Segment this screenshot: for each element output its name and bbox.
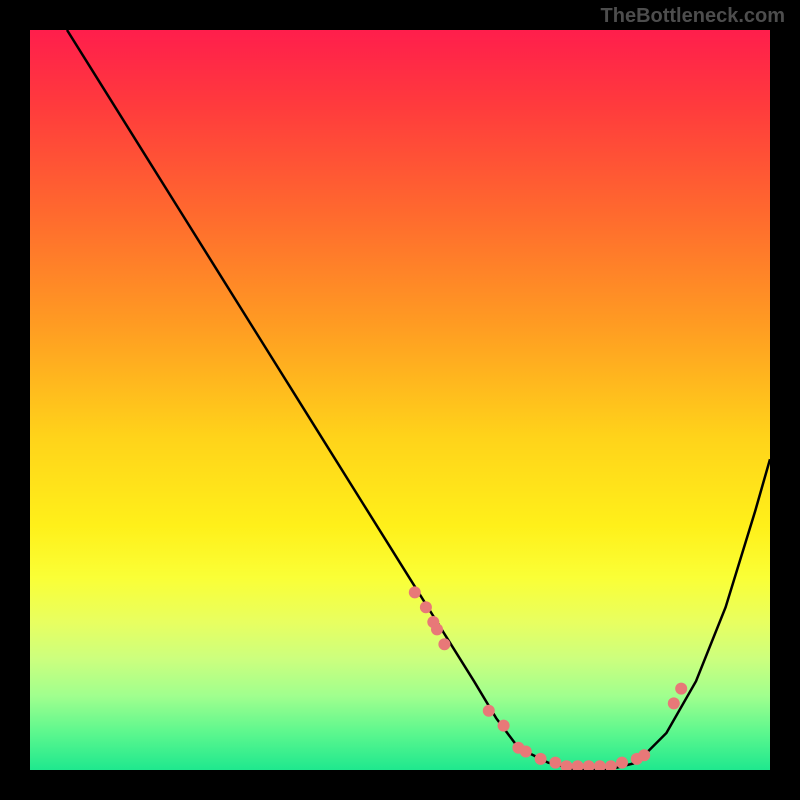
- data-point: [594, 760, 606, 770]
- data-point: [431, 623, 443, 635]
- chart-svg: [30, 30, 770, 770]
- watermark-text: TheBottleneck.com: [601, 5, 785, 28]
- data-point: [438, 638, 450, 650]
- data-point: [572, 760, 584, 770]
- data-point: [668, 697, 680, 709]
- data-point: [638, 749, 650, 761]
- chart-container: TheBottleneck.com: [0, 0, 800, 800]
- bottleneck-curve: [67, 30, 770, 770]
- data-point: [483, 705, 495, 717]
- data-point: [605, 760, 617, 770]
- curve-layer: [67, 30, 770, 770]
- scatter-layer: [409, 586, 687, 770]
- plot-area: [30, 30, 770, 770]
- data-point: [675, 683, 687, 695]
- data-point: [520, 746, 532, 758]
- data-point: [409, 586, 421, 598]
- data-point: [535, 753, 547, 765]
- data-point: [420, 601, 432, 613]
- data-point: [561, 760, 573, 770]
- data-point: [583, 760, 595, 770]
- data-point: [616, 757, 628, 769]
- data-point: [549, 757, 561, 769]
- data-point: [498, 720, 510, 732]
